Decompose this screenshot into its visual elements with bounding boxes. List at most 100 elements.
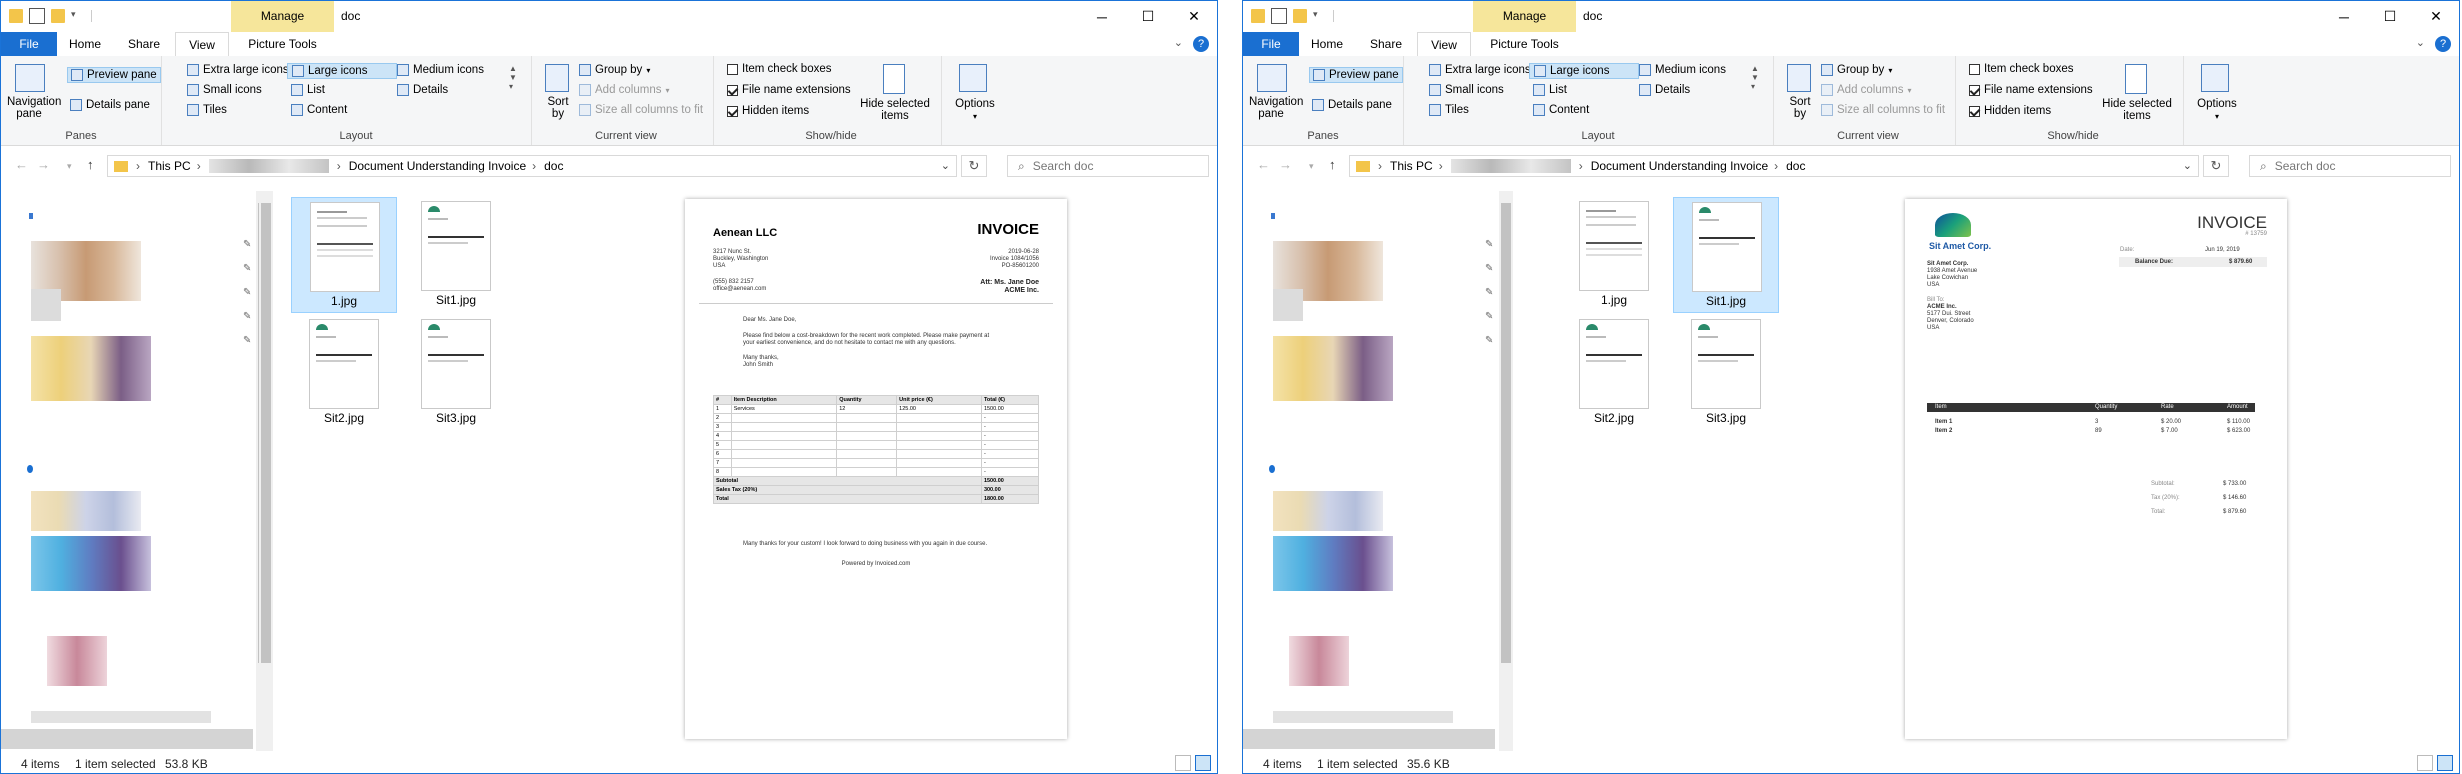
maximize-icon[interactable]: ☐	[1125, 1, 1171, 32]
title-bar[interactable]: ▾ Manage doc ─ ☐ ✕	[1243, 1, 2459, 32]
layout-list[interactable]: List	[1533, 84, 1567, 96]
chevron-right-icon[interactable]: ›	[532, 159, 536, 173]
file-tile[interactable]: Sit2.jpg	[291, 315, 397, 431]
layout-medium-icons[interactable]: Medium icons	[1639, 64, 1726, 76]
back-icon[interactable]: ←	[1257, 157, 1270, 172]
pin-icon[interactable]: ✎	[243, 311, 251, 322]
details-pane-button[interactable]: Details pane	[1312, 99, 1392, 111]
pin-icon[interactable]: ✎	[1485, 311, 1493, 322]
tab-file[interactable]: File	[1, 32, 57, 56]
minimize-icon[interactable]: ─	[1079, 1, 1125, 32]
ribbon-collapse-icon[interactable]: ⌄	[2416, 36, 2425, 49]
up-icon[interactable]: ↑	[1329, 157, 1336, 172]
help-icon[interactable]: ?	[1193, 36, 1209, 52]
recent-locations-icon[interactable]: ▾	[1309, 161, 1314, 172]
layout-small-icons[interactable]: Small icons	[187, 84, 262, 96]
layout-scroll-icon[interactable]: ▲ ▼ ▾	[509, 64, 517, 91]
large-icons-view-icon[interactable]	[2437, 755, 2453, 771]
maximize-icon[interactable]: ☐	[2367, 1, 2413, 32]
tab-home[interactable]: Home	[57, 32, 113, 56]
layout-tiles[interactable]: Tiles	[187, 104, 227, 116]
hidden-items-checkbox[interactable]	[727, 105, 738, 117]
hide-selected-items-button[interactable]: Hide selected items	[2099, 98, 2175, 122]
chevron-down-icon[interactable]: ⌄	[2183, 159, 2192, 172]
chevron-right-icon[interactable]: ›	[197, 159, 201, 173]
chevron-right-icon[interactable]: ›	[136, 159, 140, 173]
title-bar[interactable]: ▾ Manage doc ─ ☐ ✕	[1, 1, 1217, 32]
layout-small-icons[interactable]: Small icons	[1429, 84, 1504, 96]
forward-icon[interactable]: →	[37, 157, 50, 172]
add-columns-button[interactable]: Add columns ▾	[579, 84, 670, 96]
details-view-icon[interactable]	[1175, 755, 1191, 771]
navigation-pane[interactable]: ✎ ✎ ✎ ✎ ✎	[1, 191, 271, 751]
navigation-pane[interactable]: ✎ ✎ ✎ ✎ ✎	[1243, 191, 1513, 751]
layout-scroll-icon[interactable]: ▲ ▼ ▾	[1751, 64, 1759, 91]
item-check-boxes-checkbox[interactable]	[1969, 63, 1980, 75]
customize-qa-icon[interactable]: ▾	[1313, 9, 1327, 23]
options-icon[interactable]	[2201, 64, 2229, 92]
pin-icon[interactable]: ✎	[243, 263, 251, 274]
manage-tab[interactable]: Manage	[1473, 1, 1576, 32]
navigation-pane-icon[interactable]	[15, 64, 45, 92]
search-input[interactable]: Search doc	[2275, 159, 2336, 173]
layout-large-icons[interactable]: Large icons	[287, 63, 397, 79]
file-tile[interactable]: Sit1.jpg	[1673, 197, 1779, 313]
manage-tab[interactable]: Manage	[231, 1, 334, 32]
tab-home[interactable]: Home	[1299, 32, 1355, 56]
properties-icon[interactable]	[1271, 8, 1287, 24]
layout-medium-icons[interactable]: Medium icons	[397, 64, 484, 76]
file-tile[interactable]: Sit3.jpg	[1673, 315, 1779, 431]
group-by-button[interactable]: Group by ▾	[579, 64, 650, 76]
file-tile[interactable]: 1.jpg	[291, 197, 397, 313]
sort-by-button[interactable]: Sort by	[1785, 96, 1815, 120]
breadcrumb-folder[interactable]: Document Understanding Invoice	[1591, 159, 1768, 173]
options-icon[interactable]	[959, 64, 987, 92]
ribbon-collapse-icon[interactable]: ⌄	[1174, 36, 1183, 49]
layout-list[interactable]: List	[291, 84, 325, 96]
file-tile[interactable]: Sit2.jpg	[1561, 315, 1667, 431]
layout-content[interactable]: Content	[291, 104, 347, 116]
tab-share[interactable]: Share	[116, 32, 172, 56]
breadcrumb-current[interactable]: doc	[1786, 159, 1805, 173]
size-columns-button[interactable]: Size all columns to fit	[1821, 104, 1945, 116]
tab-view[interactable]: View	[175, 32, 229, 58]
new-folder-icon[interactable]	[1293, 9, 1307, 23]
layout-details[interactable]: Details	[397, 84, 448, 96]
tab-file[interactable]: File	[1243, 32, 1299, 56]
hidden-items-checkbox[interactable]	[1969, 105, 1980, 117]
tab-picture-tools[interactable]: Picture Tools	[231, 32, 334, 56]
breadcrumb-folder[interactable]: Document Understanding Invoice	[349, 159, 526, 173]
details-view-icon[interactable]	[2417, 755, 2433, 771]
file-name-extensions-checkbox[interactable]	[727, 84, 738, 96]
breadcrumb-this-pc[interactable]: This PC	[1390, 159, 1433, 173]
size-columns-button[interactable]: Size all columns to fit	[579, 104, 703, 116]
preview-pane-button[interactable]: Preview pane	[67, 67, 161, 83]
chevron-right-icon[interactable]: ›	[337, 159, 341, 173]
pin-icon[interactable]: ✎	[1485, 287, 1493, 298]
breadcrumb-this-pc[interactable]: This PC	[148, 159, 191, 173]
scroll-thumb[interactable]	[1501, 203, 1511, 663]
layout-content[interactable]: Content	[1533, 104, 1589, 116]
sort-by-icon[interactable]	[1787, 64, 1811, 92]
navigation-pane-icon[interactable]	[1257, 64, 1287, 92]
chevron-down-icon[interactable]: ⌄	[941, 159, 950, 172]
chevron-right-icon[interactable]: ›	[1439, 159, 1443, 173]
search-box[interactable]: ⌕ Search doc	[1007, 155, 1209, 177]
sort-by-icon[interactable]	[545, 64, 569, 92]
navigation-pane-button[interactable]: Navigation pane	[7, 96, 61, 120]
file-tile[interactable]: Sit1.jpg	[403, 197, 509, 313]
back-icon[interactable]: ←	[15, 157, 28, 172]
file-name-extensions-checkbox[interactable]	[1969, 84, 1980, 96]
close-icon[interactable]: ✕	[1171, 1, 1217, 32]
tab-view[interactable]: View	[1417, 32, 1471, 58]
layout-details[interactable]: Details	[1639, 84, 1690, 96]
hidden-items-toggle[interactable]: Hidden items	[727, 105, 809, 117]
layout-extra-large-icons[interactable]: Extra large icons	[187, 64, 289, 76]
navigation-pane-button[interactable]: Navigation pane	[1249, 96, 1303, 120]
address-bar[interactable]: › This PC › › Document Understanding Inv…	[107, 155, 957, 177]
chevron-right-icon[interactable]: ›	[1579, 159, 1583, 173]
pin-icon[interactable]: ✎	[1485, 263, 1493, 274]
layout-tiles[interactable]: Tiles	[1429, 104, 1469, 116]
pin-icon[interactable]: ✎	[1485, 239, 1493, 250]
options-button[interactable]: Options ▾	[2191, 98, 2243, 122]
